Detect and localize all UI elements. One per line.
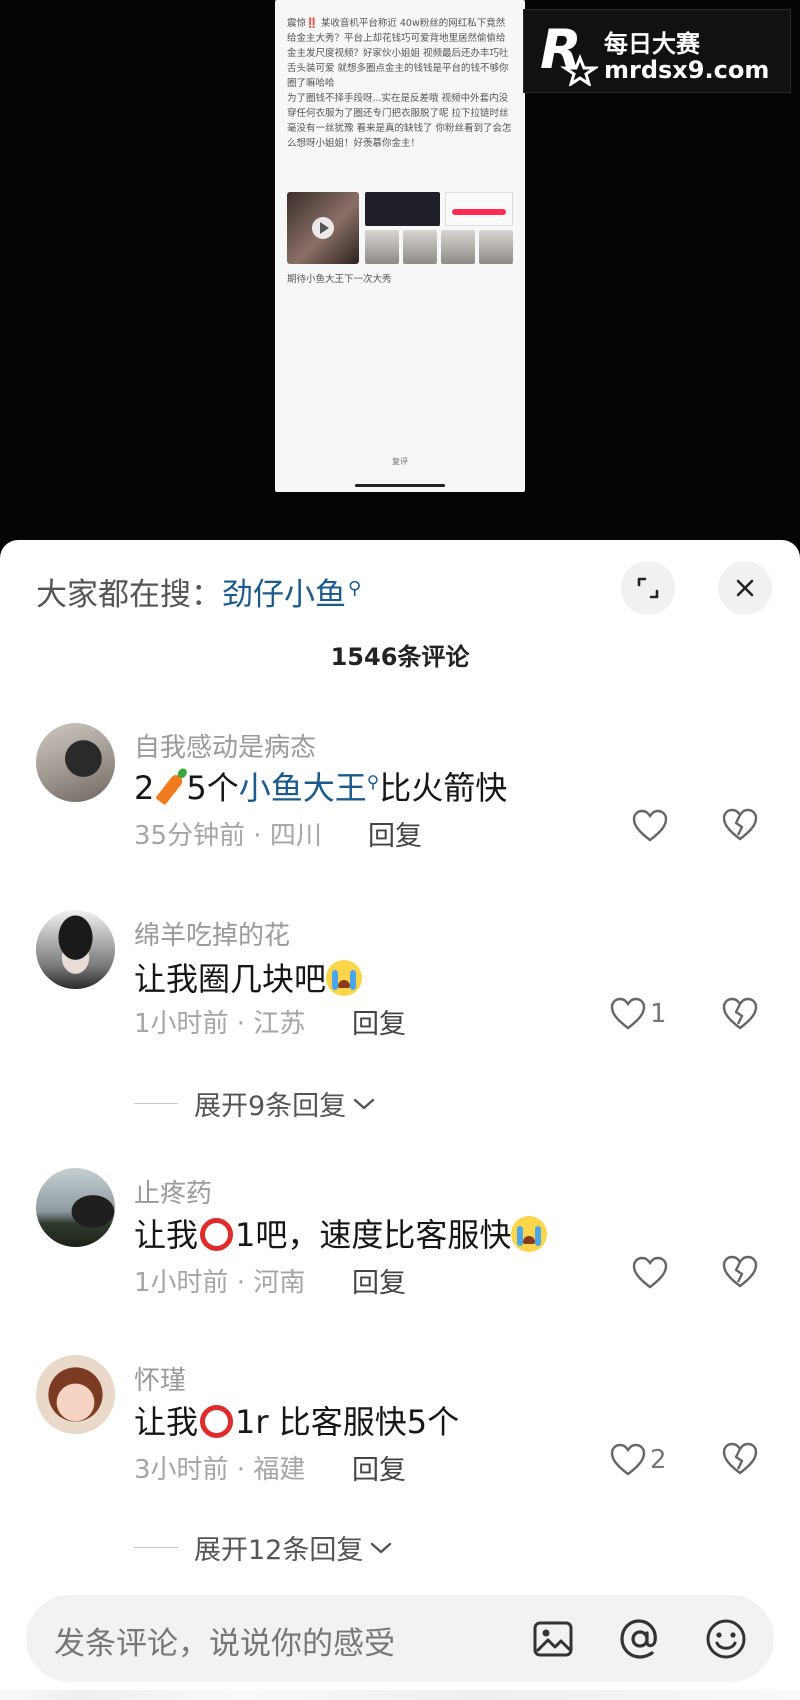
heart-icon [632, 1256, 668, 1289]
play-icon [312, 217, 334, 239]
post-image-row [365, 230, 513, 264]
search-icon: ⚲ [366, 772, 380, 793]
comment-input-placeholder[interactable]: 发条评论，说说你的感受 [54, 1618, 395, 1663]
comment-username[interactable]: 绵羊吃掉的花 [134, 915, 290, 952]
carrot-icon [155, 772, 185, 806]
expand-replies-label: 展开9条回复 [194, 1091, 347, 1122]
comment-input-bar[interactable]: 发条评论，说说你的感受 [26, 1595, 774, 1682]
comment-time-location: 1小时前 · 江苏 [134, 1009, 306, 1039]
circle-icon [200, 1218, 234, 1251]
post-text-paragraph-1: 震惊‼️ 某收音机平台称近 40w粉丝的网红私下竟然给金主大秀？平台上却花钱巧可… [287, 18, 509, 89]
broken-heart-icon[interactable] [722, 1254, 758, 1290]
keyboard-edge [0, 1690, 800, 1700]
comment-count: 1546条评论 [330, 643, 470, 671]
svg-text:R: R [540, 18, 582, 81]
home-indicator [355, 484, 445, 487]
expand-replies-label: 展开12条回复 [194, 1535, 364, 1566]
avatar[interactable] [36, 723, 115, 802]
broken-heart-icon[interactable] [722, 807, 758, 843]
like-button[interactable]: 2 [610, 1440, 667, 1480]
watermark-logo: R 每日大赛 mrdsx9.com [523, 9, 791, 93]
comment-time-location: 1小时前 · 河南 [134, 1268, 306, 1298]
chevron-down-icon [371, 1542, 392, 1553]
broken-heart-icon[interactable] [722, 996, 758, 1032]
chevron-down-icon [353, 1098, 375, 1109]
comment-text: 让我圈几块吧 [134, 954, 363, 1000]
avatar[interactable] [36, 910, 115, 989]
like-button[interactable]: 1 [610, 994, 667, 1034]
video-frame-screenshot: 震惊‼️ 某收音机平台称近 40w粉丝的网红私下竟然给金主大秀？平台上却花钱巧可… [275, 0, 525, 492]
search-icon: ⚲ [348, 577, 362, 599]
post-image-thumbnail [365, 192, 440, 226]
emoji-icon[interactable] [704, 1617, 748, 1661]
expand-replies-button[interactable]: 展开9条回复 [134, 1084, 376, 1123]
like-button[interactable] [632, 1253, 672, 1293]
close-icon [736, 579, 754, 597]
comment-username[interactable]: 自我感动是病态 [134, 727, 316, 764]
comment-username[interactable]: 止疼药 [134, 1173, 212, 1210]
comment-text: 让我 1吧，速度比客服快 [134, 1210, 548, 1256]
broken-heart-icon[interactable] [722, 1441, 758, 1477]
comment-time-location: 3小时前 · 福建 [134, 1455, 306, 1485]
post-closing-line: 期待小鱼大王下一次大秀 [287, 274, 392, 285]
expand-icon [637, 577, 659, 599]
post-text-paragraph-2: 为了圈钱不择手段呀...实在是反差哦 视频中外套内没穿任何衣服为了圈还专门把衣服… [287, 93, 512, 149]
post-bottom-label: 复评 [392, 457, 408, 466]
image-icon[interactable] [531, 1617, 575, 1661]
at-icon[interactable] [618, 1617, 662, 1661]
like-count: 1 [650, 999, 667, 1029]
crying-emoji-icon [326, 960, 363, 996]
post-text: 震惊‼️ 某收音机平台称近 40w粉丝的网红私下竟然给金主大秀？平台上却花钱巧可… [275, 0, 525, 151]
reply-button[interactable]: 回复 [368, 814, 422, 853]
comment-text: 让我 1r 比客服快5个 [134, 1403, 460, 1441]
post-video-thumbnail [287, 192, 359, 264]
post-image-thumbnail [445, 192, 513, 226]
comment-username[interactable]: 怀瑾 [134, 1360, 186, 1397]
search-suggestion: 大家都在搜：劲仔小鱼 ⚲ [36, 569, 361, 614]
watermark-title: 每日大赛 [604, 30, 700, 58]
heart-icon [610, 1443, 646, 1476]
comment-text: 2 5个小鱼大王⚲比火箭快 [134, 769, 508, 807]
avatar[interactable] [36, 1168, 115, 1247]
reply-button[interactable]: 回复 [352, 1448, 406, 1487]
expand-button[interactable] [621, 561, 675, 615]
comment-sheet: 大家都在搜：劲仔小鱼 ⚲ 1546条评论 自我感动是病态 2 5个小鱼大王⚲比火箭快… [0, 540, 800, 1700]
reply-button[interactable]: 回复 [352, 1002, 406, 1041]
heart-icon [632, 809, 668, 842]
search-suggestion-link[interactable]: 劲仔小鱼 [222, 577, 346, 613]
circle-icon [200, 1405, 234, 1438]
divider [134, 1103, 178, 1104]
logo-icon: R [540, 18, 598, 86]
comment-search-link[interactable]: 小鱼大王 [239, 769, 367, 807]
close-button[interactable] [718, 561, 772, 615]
avatar[interactable] [36, 1355, 115, 1434]
expand-replies-button[interactable]: 展开12条回复 [134, 1528, 393, 1567]
heart-icon [610, 997, 646, 1030]
post-image-grid [287, 192, 513, 264]
video-player[interactable]: 震惊‼️ 某收音机平台称近 40w粉丝的网红私下竟然给金主大秀？平台上却花钱巧可… [0, 0, 800, 540]
search-suggestion-prefix: 大家都在搜： [36, 577, 222, 613]
divider [134, 1547, 178, 1548]
reply-button[interactable]: 回复 [352, 1261, 406, 1300]
like-count: 2 [650, 1445, 667, 1475]
crying-emoji-icon [511, 1216, 548, 1252]
like-button[interactable] [632, 806, 672, 846]
watermark-url: mrdsx9.com [604, 56, 770, 84]
comment-time-location: 35分钟前 · 四川 [134, 821, 322, 851]
